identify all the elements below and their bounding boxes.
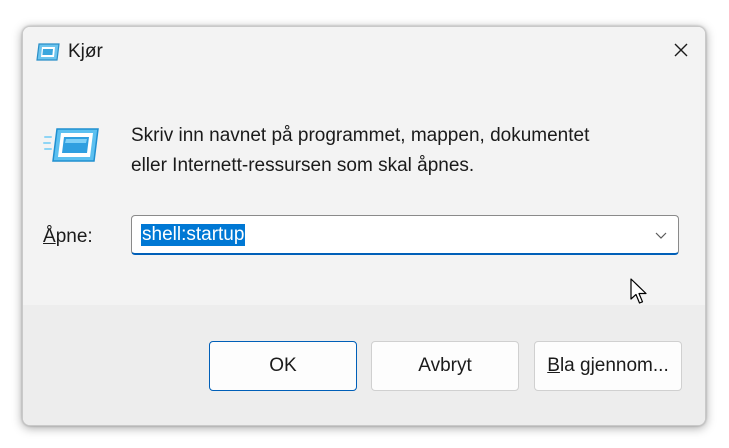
instruction-line-1: Skriv inn navnet på programmet, mappen, … [131, 125, 590, 146]
ok-button[interactable]: OK [209, 341, 357, 391]
window-title: Kjør [68, 41, 103, 62]
run-large-icon [43, 125, 101, 165]
instruction-line-2: eller Internett-ressursen som skal åpnes… [131, 155, 475, 176]
desktop-area: Kjør Skriv inn navnet på programmet, map… [0, 0, 729, 448]
run-icon [35, 42, 61, 62]
open-input-value[interactable]: shell:startup [141, 224, 246, 246]
dialog-body: Skriv inn navnet på programmet, mappen, … [23, 77, 705, 305]
open-label-text: pne: [55, 226, 93, 247]
close-button[interactable] [657, 27, 705, 77]
close-icon [673, 42, 689, 63]
browse-button[interactable]: Bla gjennom... [534, 341, 682, 391]
button-bar: OK Avbryt Bla gjennom... [23, 305, 705, 425]
run-dialog: Kjør Skriv inn navnet på programmet, map… [22, 26, 706, 426]
browse-button-accelerator: B [547, 355, 560, 376]
mouse-pointer-icon [630, 278, 650, 306]
open-combobox[interactable]: shell:startup [131, 215, 679, 255]
instruction-text: Skriv inn navnet på programmet, mappen, … [131, 121, 671, 181]
title-bar[interactable]: Kjør [23, 27, 705, 77]
open-label-accelerator: Å [43, 226, 56, 247]
chevron-down-icon[interactable] [654, 228, 668, 242]
browse-button-text: la gjennom... [559, 355, 669, 376]
open-label: Åpne: [43, 226, 93, 248]
cancel-button[interactable]: Avbryt [371, 341, 519, 391]
